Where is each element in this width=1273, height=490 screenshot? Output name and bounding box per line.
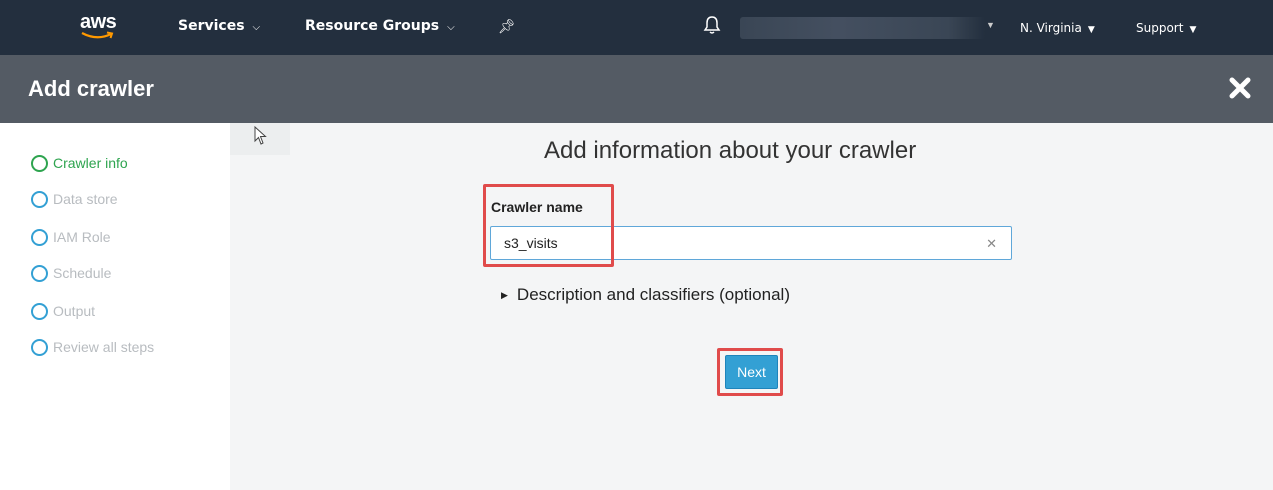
top-nav: aws Services ⌵ Resource Groups ⌵ 📌︎ ▼ N. V…: [0, 0, 1273, 55]
main-panel: [230, 123, 1273, 490]
resource-groups-label: Resource Groups: [305, 18, 440, 34]
page-header: Add crawler: [0, 55, 1273, 123]
step-status-icon: [31, 338, 48, 356]
step-status-icon: [31, 264, 48, 282]
form-heading: Add information about your crawler: [544, 137, 917, 164]
step-status-icon: [31, 228, 48, 246]
caret-right-icon: ▶: [501, 289, 508, 300]
step-review-all[interactable]: Review all steps: [31, 337, 154, 357]
aws-logo-icon[interactable]: aws: [80, 9, 120, 47]
crawler-name-input[interactable]: [491, 227, 971, 259]
crawler-name-label: Crawler name: [491, 199, 583, 215]
region-label: N. Virginia: [1020, 21, 1082, 35]
step-label: Data store: [53, 191, 118, 207]
support-label: Support: [1136, 21, 1184, 35]
step-status-icon: [31, 154, 48, 172]
services-menu[interactable]: Services ⌵: [178, 18, 260, 34]
mouse-cursor-icon: [254, 125, 268, 151]
step-iam-role[interactable]: IAM Role: [31, 227, 111, 247]
services-label: Services: [178, 18, 245, 34]
description-classifiers-toggle[interactable]: ▶ Description and classifiers (optional): [501, 285, 790, 305]
step-crawler-info[interactable]: Crawler info: [31, 153, 128, 173]
pin-icon[interactable]: 📌︎: [498, 18, 516, 35]
chevron-down-icon: ▼: [1189, 25, 1197, 35]
chevron-down-icon: ▼: [1087, 25, 1095, 35]
step-status-icon: [31, 302, 48, 320]
next-button[interactable]: Next: [725, 355, 778, 389]
step-label: IAM Role: [53, 229, 111, 245]
step-label: Crawler info: [53, 155, 128, 171]
account-menu-redacted[interactable]: [740, 17, 985, 39]
step-label: Output: [53, 303, 96, 319]
clear-input-icon[interactable]: ✕: [986, 236, 997, 252]
step-status-icon: [31, 190, 48, 208]
step-output[interactable]: Output: [31, 301, 95, 321]
region-menu[interactable]: N. Virginia ▼: [1020, 21, 1095, 35]
chevron-down-icon: ⌵: [447, 22, 455, 33]
step-label: Review all steps: [53, 339, 155, 355]
crawler-name-field-wrapper: ✕: [490, 226, 1012, 260]
resource-groups-menu[interactable]: Resource Groups ⌵: [305, 18, 455, 34]
bell-icon[interactable]: [703, 15, 721, 35]
step-data-store[interactable]: Data store: [31, 189, 118, 209]
close-icon[interactable]: [1228, 76, 1252, 100]
description-classifiers-label: Description and classifiers (optional): [516, 285, 790, 304]
chevron-down-icon: ⌵: [252, 22, 261, 33]
step-schedule[interactable]: Schedule: [31, 263, 111, 283]
page-title: Add crawler: [28, 76, 154, 101]
step-label: Schedule: [53, 265, 112, 281]
support-menu[interactable]: Support ▼: [1136, 21, 1196, 35]
chevron-down-icon: ▼: [986, 20, 995, 30]
